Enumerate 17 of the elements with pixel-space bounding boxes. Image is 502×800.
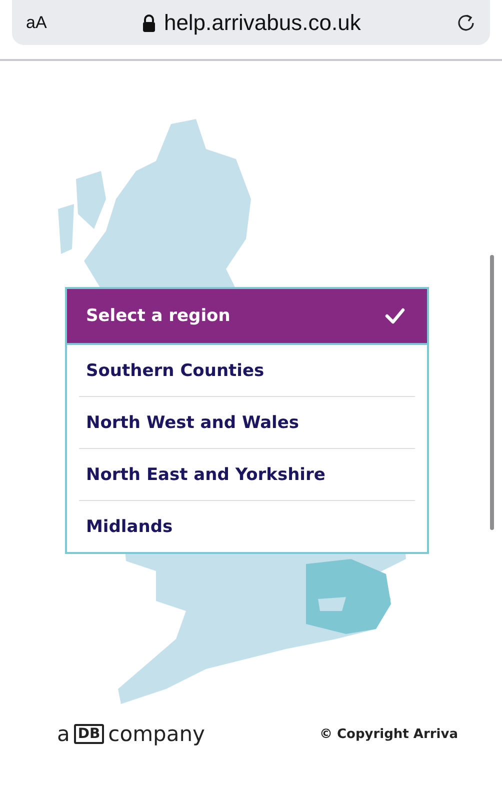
region-option[interactable]: North East and Yorkshire [79, 449, 415, 501]
lock-icon [142, 14, 156, 32]
dropdown-title: Select a region [86, 306, 230, 326]
db-logo: DB [74, 724, 104, 744]
logo-text: company [108, 722, 205, 746]
region-option[interactable]: Midlands [79, 501, 415, 552]
url-text[interactable]: help.arrivabus.co.uk [164, 10, 361, 36]
region-option[interactable]: North West and Wales [79, 397, 415, 449]
region-option[interactable]: Southern Counties [79, 345, 415, 397]
scrollbar[interactable] [490, 255, 494, 530]
dropdown-header[interactable]: Select a region [67, 289, 427, 345]
reload-icon[interactable] [456, 12, 476, 32]
copyright-text: © Copyright Arriva [319, 726, 458, 742]
checkmark-icon [385, 308, 405, 324]
address-bar[interactable]: aA help.arrivabus.co.uk [12, 0, 490, 45]
logo-text: a [57, 722, 70, 746]
text-size-button[interactable]: aA [26, 12, 47, 32]
